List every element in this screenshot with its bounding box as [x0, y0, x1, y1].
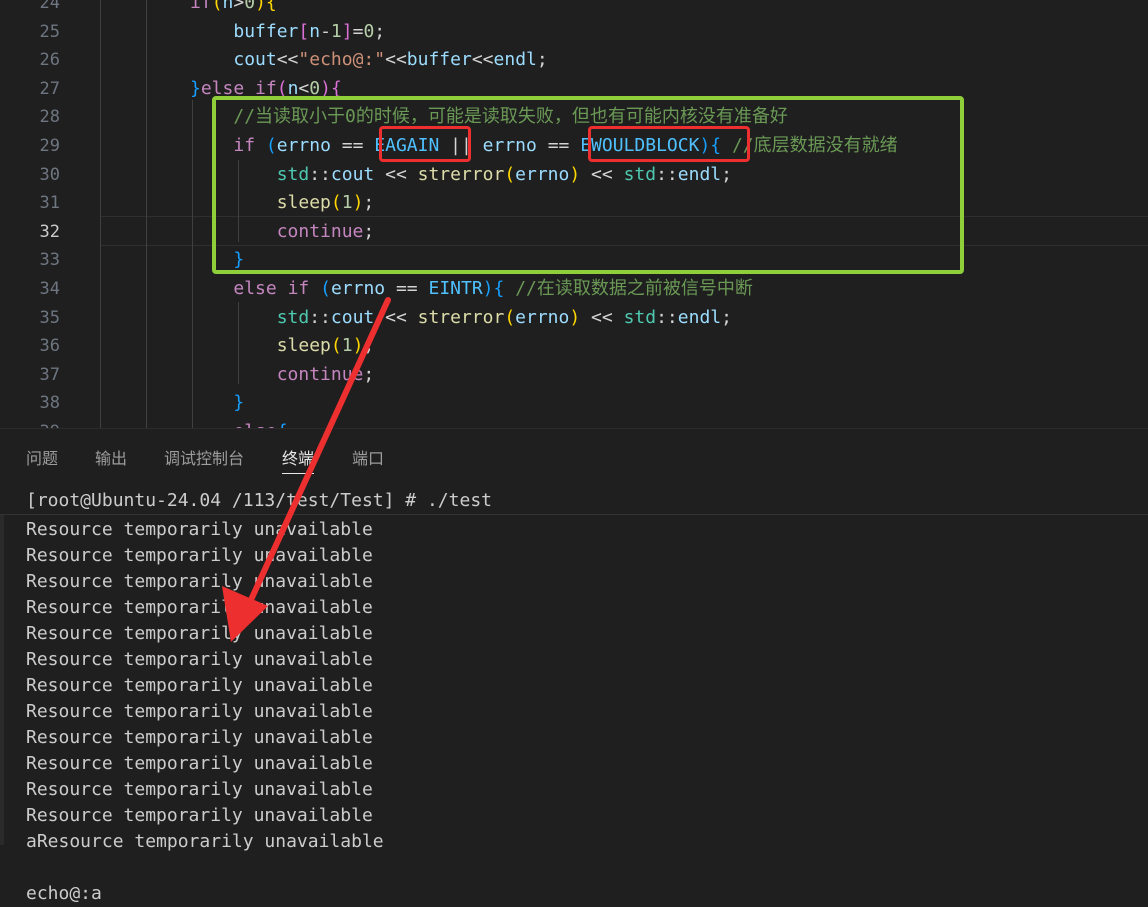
code-line: if(n>0){	[190, 0, 277, 13]
terminal-output-line: Resource temporarily unavailable	[26, 623, 373, 644]
line-number: 32	[39, 221, 60, 242]
terminal-output-line: Resource temporarily unavailable	[26, 753, 373, 774]
indent-guide	[146, 0, 147, 428]
line-number: 25	[39, 21, 60, 42]
code-line: buffer[n-1]=0;	[233, 20, 386, 42]
line-number: 38	[39, 393, 60, 414]
terminal-output-line: Resource temporarily unavailable	[26, 597, 373, 618]
red-highlight-eagain	[379, 126, 471, 162]
code-line: cout<<"echo@:"<<buffer<<endl;	[233, 49, 548, 71]
terminal-output-line: Resource temporarily unavailable	[26, 519, 373, 540]
terminal-output-line: Resource temporarily unavailable	[26, 701, 373, 722]
line-number: 28	[39, 107, 60, 128]
terminal-output-line: Resource temporarily unavailable	[26, 675, 373, 696]
code-line: sleep(1);	[276, 335, 375, 357]
code-editor[interactable]: 24 if(n>0){ 25 buffer[n-1]=0; 26 cout<<"ech…	[0, 0, 1148, 428]
panel-tab-bar: 问题 输出 调试控制台 终端 端口	[0, 428, 1148, 484]
terminal-gutter	[0, 515, 4, 845]
terminal-output-line: Resource temporarily unavailable	[26, 779, 373, 800]
code-line: std::cout << strerror(errno) << std::end…	[276, 306, 732, 328]
line-number: 37	[39, 364, 60, 385]
line-number: 29	[39, 136, 60, 156]
terminal-panel[interactable]: [root@Ubuntu-24.04 /113/test/Test] # ./t…	[0, 483, 1148, 904]
line-number: 24	[39, 0, 60, 13]
panel-tab[interactable]: 问题	[26, 445, 58, 469]
terminal-separator	[0, 514, 1148, 515]
code-line: }	[233, 392, 245, 414]
panel-tab[interactable]: 端口	[352, 445, 384, 469]
line-number: 39	[0, 418, 60, 428]
line-number: 35	[39, 307, 60, 328]
line-number: 36	[39, 336, 60, 357]
line-number: 34	[39, 279, 60, 299]
panel-tab[interactable]: 调试控制台	[164, 445, 244, 469]
terminal-output-line: Resource temporarily unavailable	[26, 727, 373, 748]
panel-tab[interactable]: 终端	[282, 445, 315, 474]
code-line: else{	[190, 418, 287, 428]
panel-tab[interactable]: 输出	[95, 445, 127, 469]
indent-guide	[100, 0, 101, 428]
red-highlight-ewouldblock	[588, 126, 750, 162]
terminal-output-line: Resource temporarily unavailable	[26, 805, 373, 826]
line-number: 33	[39, 250, 60, 271]
green-highlight-box	[212, 96, 964, 274]
code-line: continue;	[276, 363, 375, 385]
line-number: 30	[39, 164, 60, 185]
terminal-prompt: [root@Ubuntu-24.04 /113/test/Test] # ./t…	[26, 490, 492, 511]
terminal-output-line: echo@:a	[26, 883, 102, 904]
terminal-output-line: Resource temporarily unavailable	[26, 571, 373, 592]
line-number: 31	[39, 193, 60, 214]
terminal-output-line: Resource temporarily unavailable	[26, 545, 373, 566]
terminal-output-line: aResource temporarily unavailable	[26, 831, 384, 852]
terminal-output-line: Resource temporarily unavailable	[26, 649, 373, 670]
code-line: else if (errno == EINTR){ //在读取数据之前被信号中断	[233, 278, 753, 299]
line-number: 26	[39, 50, 60, 71]
line-number: 27	[39, 78, 60, 99]
